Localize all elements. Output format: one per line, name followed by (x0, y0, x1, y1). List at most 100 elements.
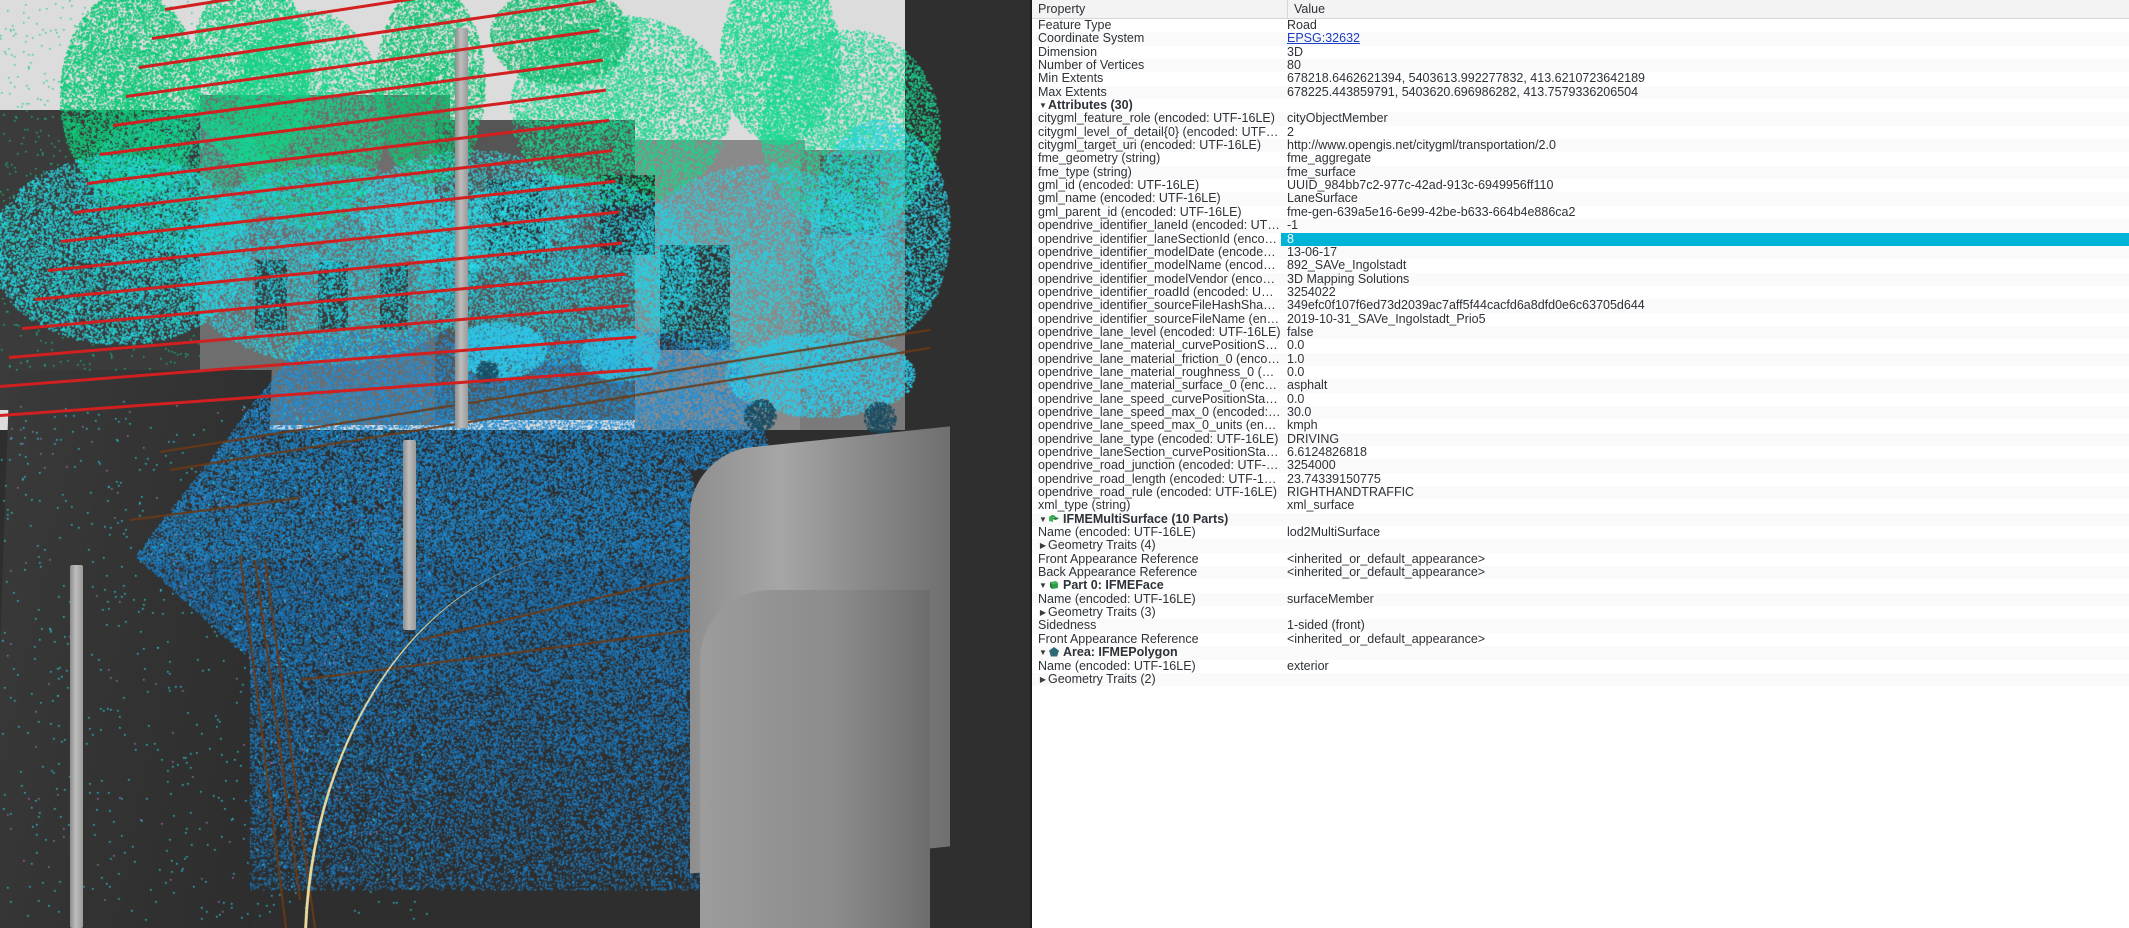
property-row[interactable]: opendrive_lane_level (encoded: UTF-16LE)… (1032, 325, 2129, 340)
property-row[interactable]: ▼Attributes (30) (1032, 99, 2129, 112)
light-pole (70, 565, 83, 928)
property-name-cell: Name (encoded: UTF-16LE) (1032, 660, 1281, 673)
property-row[interactable]: opendrive_identifier_modelVendor (encode… (1032, 272, 2129, 286)
property-label: opendrive_road_length (encoded: UTF-16LE… (1038, 472, 1281, 486)
property-label: opendrive_identifier_modelDate (encoded:… (1038, 245, 1281, 259)
property-label: citygml_target_uri (encoded: UTF-16LE) (1038, 139, 1262, 153)
property-row[interactable]: opendrive_identifier_laneSectionId (enco… (1032, 232, 2129, 246)
coordinate-system-link[interactable]: EPSG:32632 (1287, 32, 1360, 45)
point-cloud-3d-viewport[interactable] (0, 0, 1030, 928)
property-name-cell: opendrive_lane_type (encoded: UTF-16LE) (1032, 433, 1281, 446)
property-row[interactable]: opendrive_identifier_roadId (encoded: UT… (1032, 286, 2129, 299)
property-value-cell: 0.0 (1287, 339, 1305, 353)
property-name-cell: opendrive_identifier_sourceFileName (enc… (1032, 313, 1281, 326)
property-row[interactable]: opendrive_lane_speed_curvePositionStart_… (1032, 393, 2129, 406)
property-row[interactable]: opendrive_identifier_sourceFileName (enc… (1032, 313, 2129, 326)
twisty-expanded-icon[interactable]: ▼ (1038, 646, 1048, 659)
twisty-collapsed-icon[interactable]: ▶ (1038, 606, 1048, 619)
property-label: citygml_feature_role (encoded: UTF-16LE) (1038, 112, 1275, 126)
column-header-property[interactable]: Property (1032, 0, 1288, 18)
property-row[interactable]: opendrive_lane_material_surface_0 (encod… (1032, 379, 2129, 393)
twisty-collapsed-icon[interactable]: ▶ (1038, 539, 1048, 552)
property-row[interactable]: Name (encoded: UTF-16LE) lod2MultiSurface (1032, 526, 2129, 539)
property-row[interactable]: opendrive_road_junction (encoded: UTF-16… (1032, 459, 2129, 473)
property-value-cell (1281, 606, 2129, 619)
property-value-cell: 2019-10-31_SAVe_Ingolstadt_Prio5 (1287, 312, 1486, 326)
property-row[interactable]: Dimension 3D (1032, 46, 2129, 59)
property-name-cell: opendrive_identifier_laneId (encoded: UT… (1032, 219, 1281, 232)
property-row[interactable]: opendrive_road_rule (encoded: UTF-16LE) R… (1032, 486, 2129, 500)
property-row[interactable]: Min Extents 678218.6462621394, 5403613.99… (1032, 72, 2129, 85)
property-row[interactable]: opendrive_road_length (encoded: UTF-16LE… (1032, 473, 2129, 486)
property-row[interactable]: opendrive_lane_speed_max_0 (encoded: UTF… (1032, 405, 2129, 420)
property-row[interactable]: Name (encoded: UTF-16LE) surfaceMember (1032, 592, 2129, 607)
property-row[interactable]: xml_type (string) xml_surface (1032, 499, 2129, 512)
property-row[interactable]: fme_geometry (string) fme_aggregate (1032, 152, 2129, 165)
property-row[interactable]: opendrive_lane_type (encoded: UTF-16LE) D… (1032, 432, 2129, 446)
property-row[interactable]: ▼ IFMEMultiSurface (10 Parts) (1032, 512, 2129, 527)
property-value-cell: fme_aggregate (1287, 152, 1372, 166)
property-name-cell: opendrive_lane_level (encoded: UTF-16LE) (1032, 326, 1281, 339)
property-name-cell: ▼ IFMEMultiSurface (10 Parts) (1032, 513, 1281, 526)
property-label: citygml_level_of_detail{0} (encoded: UTF… (1038, 125, 1281, 139)
property-row[interactable]: opendrive_identifier_modelDate (encoded:… (1032, 245, 2129, 260)
property-label: Attributes (30) (1048, 99, 1133, 113)
property-name-cell: opendrive_lane_material_roughness_0 (enc… (1032, 366, 1281, 379)
property-label: opendrive_lane_speed_max_0_units (encode… (1038, 419, 1281, 433)
property-row[interactable]: Feature Type Road (1032, 19, 2129, 32)
column-header-value[interactable]: Value (1288, 0, 2129, 18)
property-value-cell: cityObjectMember (1287, 112, 1388, 126)
polygon-icon (1048, 647, 1060, 657)
property-label: Coordinate System (1038, 32, 1145, 46)
property-row[interactable]: citygml_target_uri (encoded: UTF-16LE) ht… (1032, 139, 2129, 153)
property-value-cell: 678218.6462621394, 5403613.992277832, 41… (1287, 72, 1646, 86)
twisty-expanded-icon[interactable]: ▼ (1038, 579, 1048, 592)
property-row[interactable]: opendrive_lane_material_roughness_0 (enc… (1032, 366, 2129, 379)
property-row[interactable]: gml_name (encoded: UTF-16LE) LaneSurface (1032, 192, 2129, 206)
property-row[interactable]: ▶ Geometry Traits (2) (1032, 672, 2129, 687)
property-label: opendrive_road_rule (encoded: UTF-16LE) (1038, 486, 1278, 500)
property-value-cell: <inherited_or_default_appearance> (1287, 566, 1486, 580)
property-row[interactable]: Front Appearance Reference <inherited_or_… (1032, 633, 2129, 646)
property-name-cell: Sidedness (1032, 619, 1281, 632)
twisty-expanded-icon[interactable]: ▼ (1038, 99, 1048, 112)
property-row[interactable]: Name (encoded: UTF-16LE) exterior (1032, 660, 2129, 673)
property-name-cell: opendrive_lane_speed_max_0_units (encode… (1032, 419, 1281, 432)
property-value-cell (1281, 646, 2129, 659)
feature-information-panel[interactable]: Property Value Feature Type Road Coordinat… (1030, 0, 2129, 928)
property-value-cell: 0.0 (1287, 365, 1305, 379)
property-row[interactable]: opendrive_lane_speed_max_0_units (encode… (1032, 419, 2129, 432)
property-row[interactable]: gml_id (encoded: UTF-16LE) UUID_984bb7c2-… (1032, 179, 2129, 192)
property-label: opendrive_identifier_laneId (encoded: UT… (1038, 219, 1281, 233)
property-row[interactable]: opendrive_lane_material_curvePositionSta… (1032, 339, 2129, 352)
property-row[interactable]: Back Appearance Reference <inherited_or_d… (1032, 566, 2129, 580)
property-name-cell: fme_geometry (string) (1032, 152, 1281, 165)
property-row[interactable]: opendrive_laneSection_curvePositionStart… (1032, 446, 2129, 459)
property-row[interactable]: ▶ Geometry Traits (3) (1032, 606, 2129, 619)
property-row[interactable]: Max Extents 678225.443859791, 5403620.696… (1032, 85, 2129, 100)
property-row[interactable]: Number of Vertices 80 (1032, 59, 2129, 73)
property-row[interactable]: opendrive_lane_material_friction_0 (enco… (1032, 352, 2129, 366)
property-name-cell: gml_parent_id (encoded: UTF-16LE) (1032, 206, 1281, 219)
property-value-cell (1281, 579, 2129, 592)
property-row[interactable]: opendrive_identifier_sourceFileHashSha25… (1032, 299, 2129, 313)
property-row[interactable]: ▶ Geometry Traits (4) (1032, 539, 2129, 553)
property-value-cell: LaneSurface (1287, 192, 1358, 206)
property-row[interactable]: citygml_feature_role (encoded: UTF-16LE)… (1032, 112, 2129, 126)
property-row[interactable]: gml_parent_id (encoded: UTF-16LE) fme-gen… (1032, 206, 2129, 219)
property-row[interactable]: citygml_level_of_detail{0} (encoded: UTF… (1032, 126, 2129, 139)
property-row[interactable]: ▼ Area: IFMEPolygon (1032, 646, 2129, 660)
property-row[interactable]: fme_type (string) fme_surface (1032, 165, 2129, 180)
property-value-cell: 678225.443859791, 5403620.696986282, 413… (1287, 85, 1639, 99)
property-label: Geometry Traits (2) (1048, 672, 1156, 686)
twisty-collapsed-icon[interactable]: ▶ (1038, 673, 1048, 686)
property-row[interactable]: opendrive_identifier_modelName (encoded:… (1032, 259, 2129, 272)
property-value-cell: http://www.opengis.net/citygml/transport… (1287, 139, 1556, 153)
property-row[interactable]: Front Appearance Reference <inherited_or_… (1032, 553, 2129, 566)
twisty-expanded-icon[interactable]: ▼ (1038, 513, 1048, 526)
property-row[interactable]: Coordinate System EPSG:32632 (1032, 32, 2129, 46)
property-row[interactable]: ▼ Part 0: IFMEFace (1032, 579, 2129, 592)
property-label: Name (encoded: UTF-16LE) (1038, 592, 1196, 606)
property-row[interactable]: Sidedness 1-sided (front) (1032, 619, 2129, 633)
property-row[interactable]: opendrive_identifier_laneId (encoded: UT… (1032, 219, 2129, 233)
